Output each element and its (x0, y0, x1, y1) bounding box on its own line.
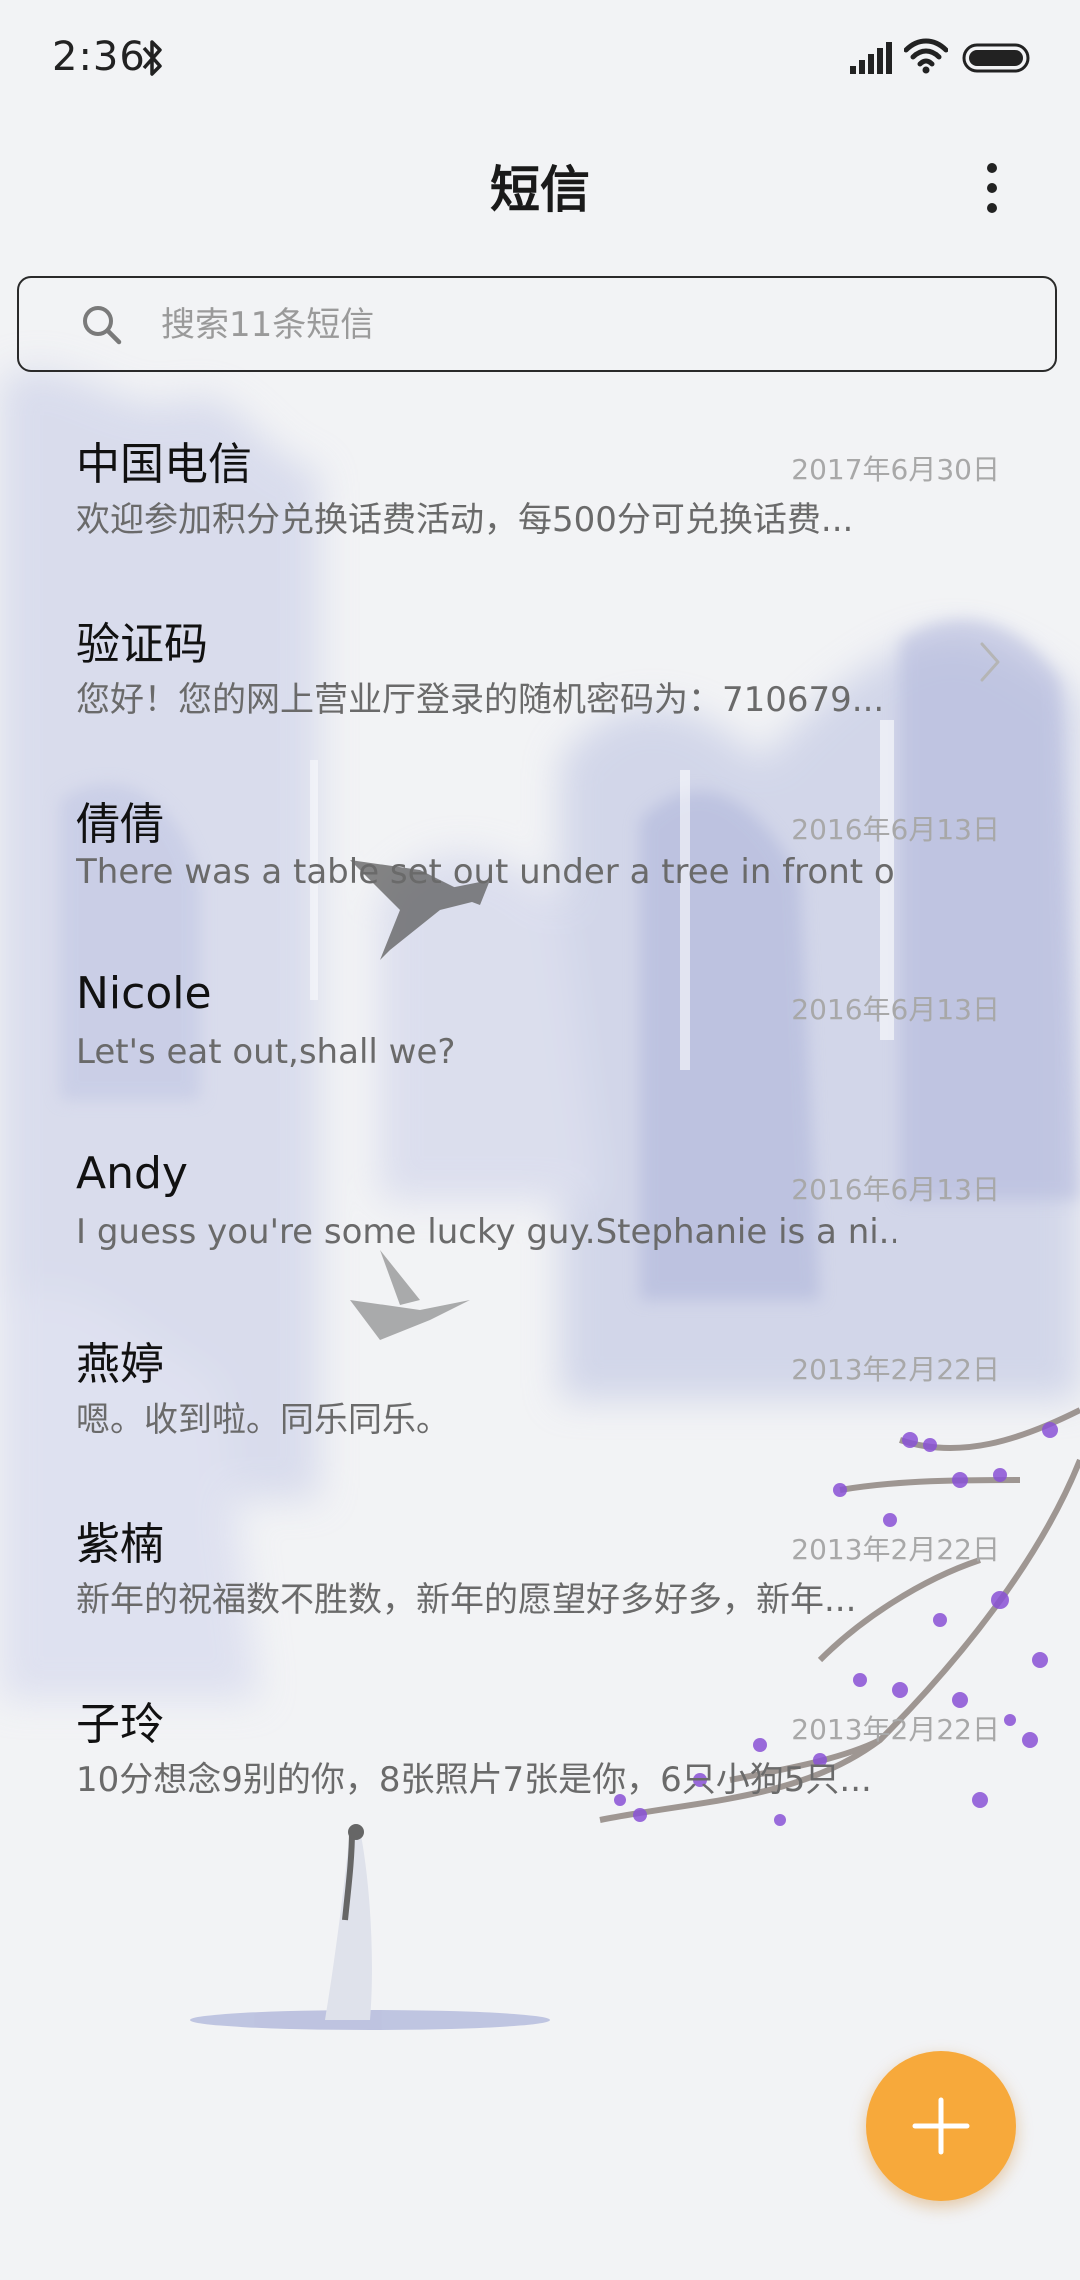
conversation-sender: Nicole (76, 968, 212, 1019)
conversation-date: 2013年2月22日 (791, 1533, 1000, 1566)
conversation-preview: There was a table set out under a tree i… (76, 852, 896, 892)
conversation-preview: 嗯。收到啦。同乐同乐。 (76, 1400, 450, 1440)
conversation-sender: Andy (76, 1148, 188, 1199)
chevron-right-icon (980, 642, 1000, 682)
conversation-item[interactable]: 紫楠 2013年2月22日 新年的祝福数不胜数，新年的愿望好多好多，新年... (0, 1480, 1080, 1660)
plus-icon (912, 2097, 970, 2155)
conversation-list: 中国电信 2017年6月30日 欢迎参加积分兑换话费活动，每500分可兑换话费.… (0, 400, 1080, 1840)
wifi-icon (904, 38, 948, 74)
conversation-preview: Let's eat out,shall we? (76, 1032, 456, 1072)
conversation-preview: I guess you're some lucky guy.Stephanie … (76, 1212, 896, 1252)
conversation-sender: 紫楠 (76, 1519, 164, 1570)
bluetooth-icon (142, 40, 162, 76)
compose-button[interactable] (866, 2051, 1016, 2201)
conversation-item[interactable]: 倩倩 2016年6月13日 There was a table set out … (0, 760, 1080, 940)
search-icon (83, 306, 122, 345)
conversation-date: 2013年2月22日 (791, 1353, 1000, 1386)
conversation-sender: 子玲 (76, 1699, 164, 1750)
conversation-date: 2016年6月13日 (791, 993, 1000, 1026)
search-bar[interactable] (17, 276, 1057, 372)
conversation-sender: 中国电信 (76, 439, 252, 490)
status-bar: 2:36 (0, 0, 1080, 118)
conversation-date: 2016年6月13日 (791, 813, 1000, 846)
battery-icon (962, 43, 1030, 73)
conversation-item[interactable]: 子玲 2013年2月22日 10分想念9别的你，8张照片7张是你，6只小狗5只.… (0, 1660, 1080, 1840)
conversation-item[interactable]: 中国电信 2017年6月30日 欢迎参加积分兑换话费活动，每500分可兑换话费.… (0, 400, 1080, 580)
conversation-item[interactable]: Andy 2016年6月13日 I guess you're some luck… (0, 1120, 1080, 1300)
signal-icon (850, 42, 892, 74)
conversation-preview: 您好！您的网上营业厅登录的随机密码为：710679... (76, 680, 885, 720)
conversation-sender: 燕婷 (76, 1339, 164, 1390)
conversation-date: 2016年6月13日 (791, 1173, 1000, 1206)
conversation-item[interactable]: Nicole 2016年6月13日 Let's eat out,shall we… (0, 940, 1080, 1120)
conversation-sender: 倩倩 (76, 799, 164, 850)
conversation-preview: 新年的祝福数不胜数，新年的愿望好多好多，新年... (76, 1580, 857, 1620)
conversation-item[interactable]: 燕婷 2013年2月22日 嗯。收到啦。同乐同乐。 (0, 1300, 1080, 1480)
conversation-date: 2017年6月30日 (791, 453, 1000, 486)
conversation-sender: 验证码 (76, 619, 208, 670)
more-options-button[interactable] (966, 158, 1018, 218)
conversation-date: 2013年2月22日 (791, 1713, 1000, 1746)
conversation-preview: 10分想念9别的你，8张照片7张是你，6只小狗5只... (76, 1760, 872, 1800)
conversation-item[interactable]: 验证码 您好！您的网上营业厅登录的随机密码为：710679... (0, 580, 1080, 760)
more-vertical-icon (987, 163, 997, 213)
page-title: 短信 (490, 161, 590, 219)
search-input[interactable] (159, 292, 1023, 358)
status-time: 2:36 (52, 34, 146, 80)
conversation-preview: 欢迎参加积分兑换话费活动，每500分可兑换话费... (76, 500, 854, 540)
